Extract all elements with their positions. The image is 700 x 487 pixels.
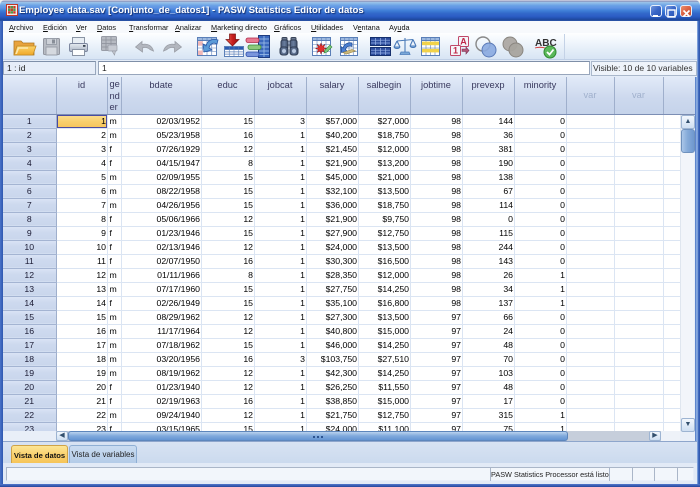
svg-text:A: A: [460, 37, 467, 47]
svg-text:1: 1: [453, 46, 458, 56]
